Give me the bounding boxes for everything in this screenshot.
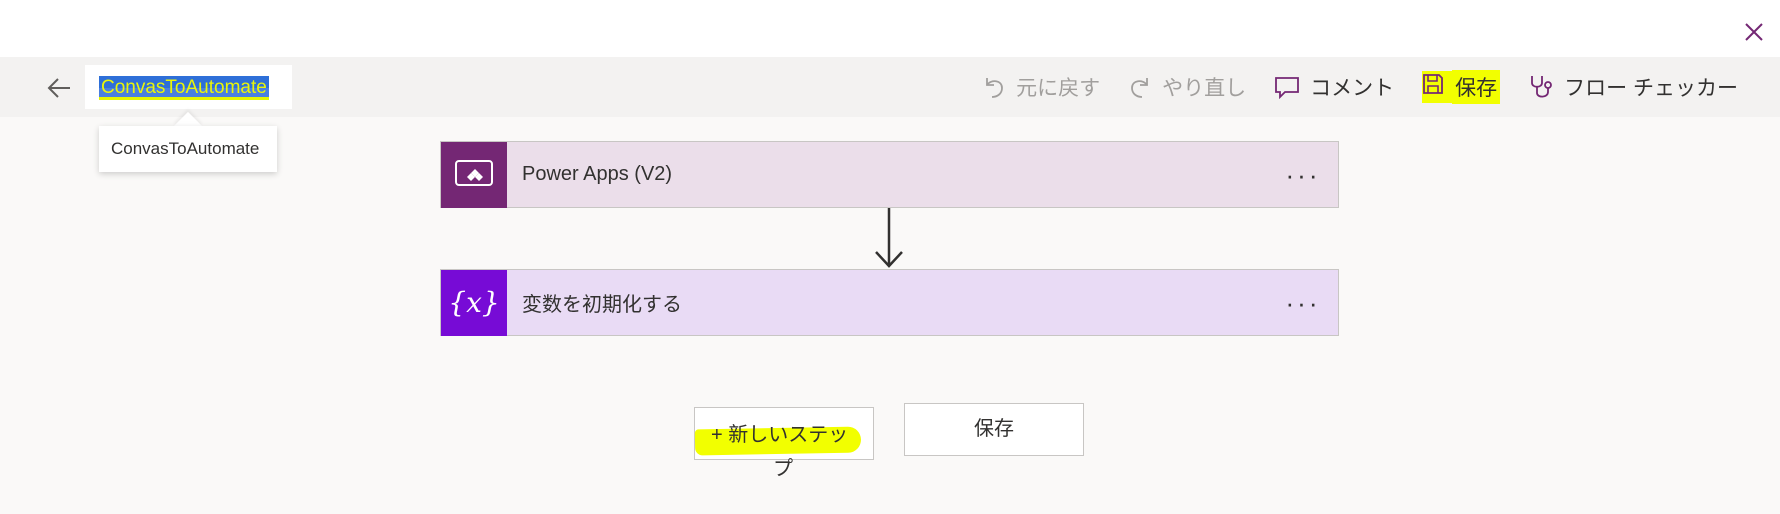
title-bar: [0, 0, 1780, 57]
step-title: 変数を初期化する: [522, 294, 682, 316]
undo-button[interactable]: 元に戻す: [968, 57, 1114, 117]
flow-name[interactable]: ConvasToAutomate: [99, 76, 269, 100]
save-button[interactable]: 保存: [904, 403, 1084, 456]
power-apps-icon: [441, 141, 507, 208]
more-options-icon[interactable]: ···: [1268, 162, 1338, 188]
comment-button[interactable]: コメント: [1260, 57, 1408, 117]
save-command-button[interactable]: 保存: [1408, 57, 1514, 117]
flow-checker-label: フロー チェッカー: [1564, 77, 1738, 100]
comment-label: コメント: [1310, 77, 1395, 100]
undo-icon: [986, 78, 1004, 98]
new-step-label: + 新しいステッ: [711, 424, 849, 446]
flow-name-field[interactable]: ConvasToAutomate: [85, 65, 292, 109]
save-icon: [1423, 74, 1444, 94]
save-command-label: 保存: [1452, 70, 1501, 104]
undo-label: 元に戻す: [1016, 77, 1101, 100]
connector-arrow-icon: [875, 208, 903, 268]
step-title: Power Apps (V2): [522, 163, 673, 185]
flow-checker-button[interactable]: フロー チェッカー: [1514, 57, 1752, 117]
close-icon[interactable]: [1740, 18, 1768, 46]
back-arrow-icon[interactable]: [44, 73, 74, 103]
new-step-button[interactable]: + 新しいステッ プ: [694, 407, 874, 480]
command-list: 元に戻す やり直し コメント 保存 フロー チェッカー: [968, 57, 1752, 117]
command-bar: ConvasToAutomate 元に戻す やり直し コメント 保存 フロー チ…: [0, 57, 1780, 117]
new-step-label-wrap: プ: [773, 458, 793, 480]
step-initialize-variable[interactable]: {x} 変数を初期化する ···: [440, 269, 1339, 336]
redo-label: やり直し: [1162, 77, 1247, 100]
redo-icon: [1131, 78, 1149, 98]
stethoscope-icon: [1531, 76, 1553, 98]
more-options-icon[interactable]: ···: [1268, 290, 1338, 316]
variable-icon: {x}: [441, 269, 507, 336]
redo-button[interactable]: やり直し: [1114, 57, 1260, 117]
step-power-apps[interactable]: Power Apps (V2) ···: [440, 141, 1339, 208]
flow-name-tooltip: ConvasToAutomate: [99, 126, 277, 172]
comment-icon: [1275, 77, 1300, 99]
